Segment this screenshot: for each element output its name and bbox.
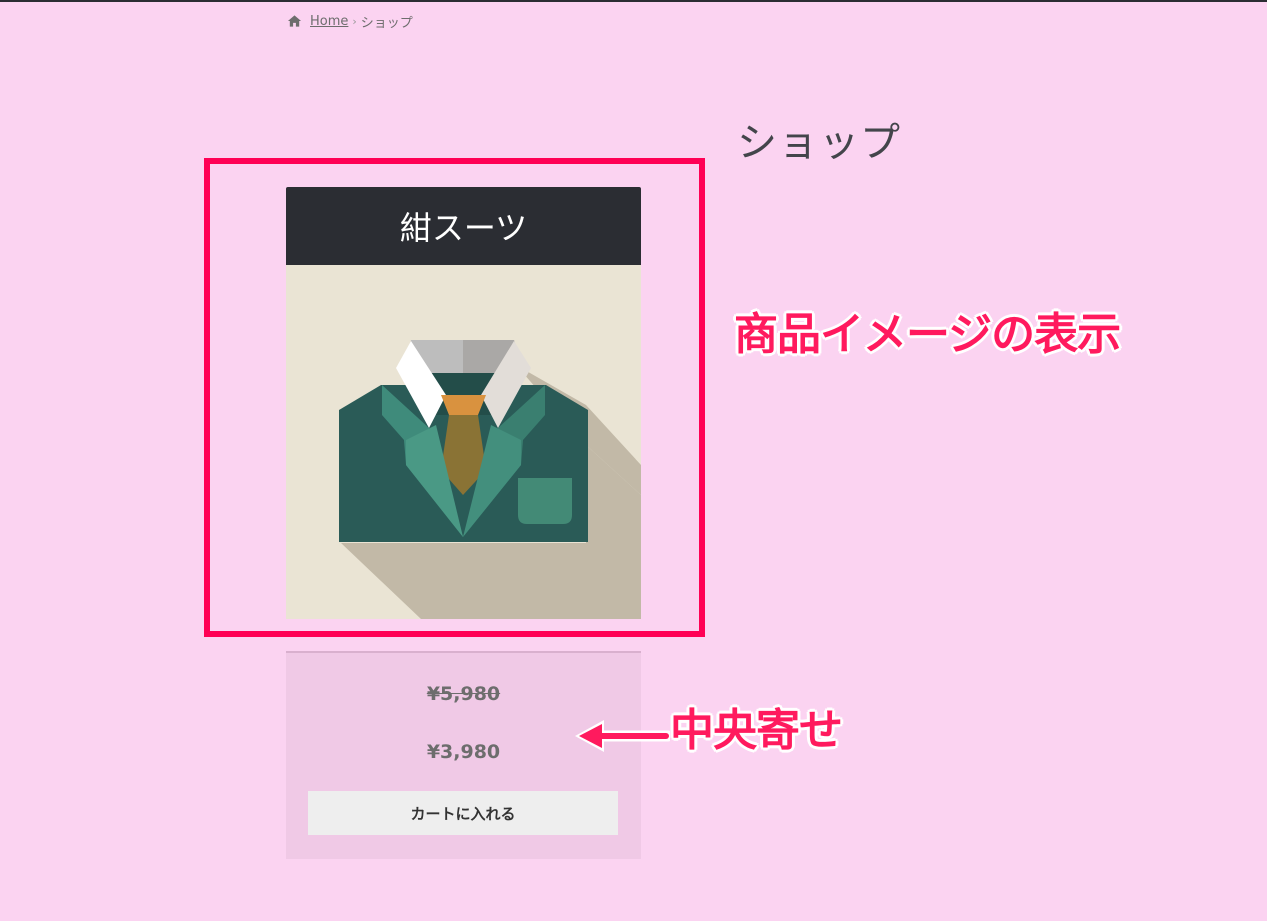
add-to-cart-button[interactable]: カートに入れる (308, 791, 618, 835)
left-arrow-icon (575, 720, 670, 752)
top-border (0, 0, 1267, 2)
suit-icon[interactable] (286, 265, 641, 619)
original-price: ¥5,980 (426, 683, 501, 705)
breadcrumb: Home › ショップ (287, 11, 413, 31)
annotation-center-note: 中央寄せ (670, 705, 843, 756)
product-card[interactable]: 紺スーツ (286, 187, 641, 619)
home-icon (287, 15, 302, 27)
breadcrumb-separator-icon: › (352, 14, 357, 28)
product-name-banner[interactable]: 紺スーツ (286, 187, 641, 265)
breadcrumb-home-link[interactable]: Home (310, 14, 348, 29)
annotation-image-note: 商品イメージの表示 (734, 309, 1121, 360)
page-title: ショップ (737, 120, 901, 166)
breadcrumb-current: ショップ (360, 15, 413, 31)
